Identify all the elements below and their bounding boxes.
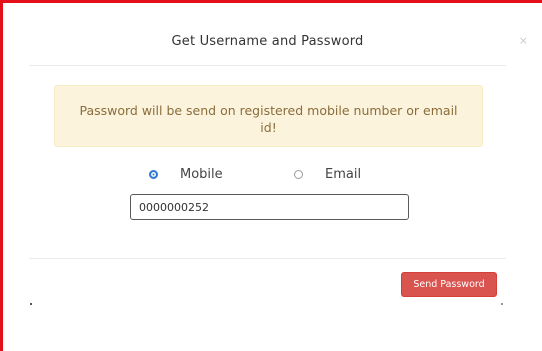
radio-label-mobile: Mobile (180, 167, 223, 182)
footer-divider (29, 258, 506, 259)
delivery-method-group: Mobile Email (143, 167, 403, 187)
credentials-modal: Get Username and Password × Password wil… (3, 3, 542, 351)
info-alert: Password will be send on registered mobi… (54, 85, 483, 147)
stray-mark (501, 303, 503, 305)
radio-label-email: Email (325, 167, 362, 182)
modal-title: Get Username and Password (171, 34, 364, 49)
send-password-button[interactable]: Send Password (401, 272, 497, 297)
radio-button-email[interactable] (294, 170, 303, 179)
stray-mark (30, 303, 32, 305)
mobile-number-input[interactable] (130, 194, 409, 220)
radio-button-mobile[interactable] (149, 170, 158, 179)
radio-option-mobile[interactable]: Mobile (149, 167, 223, 182)
modal-header: Get Username and Password × (29, 3, 528, 66)
alert-message: Password will be send on registered mobi… (79, 103, 458, 135)
close-icon[interactable]: × (519, 34, 528, 47)
radio-option-email[interactable]: Email (294, 167, 361, 182)
